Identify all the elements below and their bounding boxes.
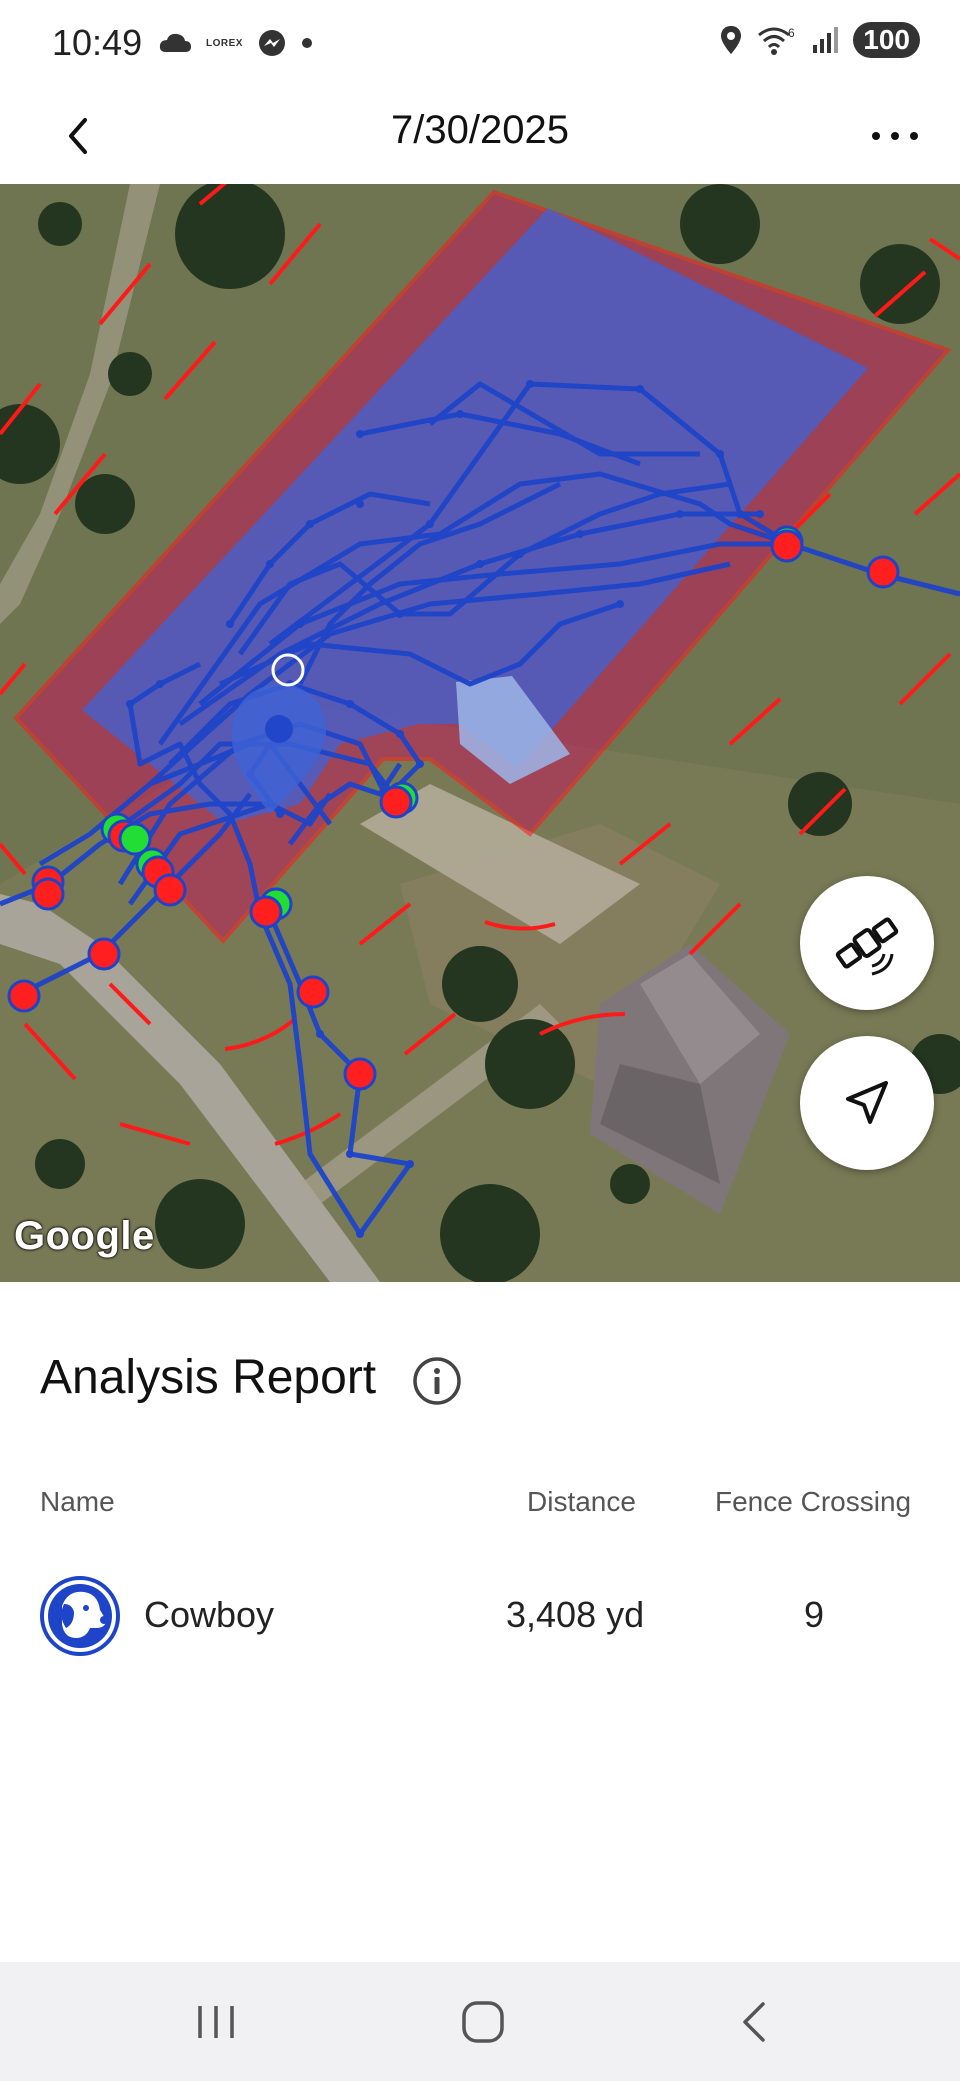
status-time: 10:49 [52, 22, 143, 63]
wifi-6-icon: 6 [758, 26, 795, 55]
avatar [40, 1576, 120, 1656]
home-icon [462, 2001, 504, 2043]
my-location-button[interactable] [800, 1036, 934, 1170]
back-icon [743, 2002, 765, 2042]
row-name: Cowboy [144, 1594, 275, 1635]
dot-icon [301, 38, 312, 48]
battery-indicator: 100 [853, 22, 920, 58]
column-header-fence-crossing: Fence Crossing [715, 1486, 912, 1517]
google-logo: Google [14, 1214, 155, 1258]
navigate-icon [846, 1081, 888, 1124]
app-bar: 7/30/2025 [0, 88, 960, 184]
cloud-icon [159, 33, 191, 52]
more-button[interactable] [860, 106, 930, 166]
map-view[interactable]: Google [0, 184, 960, 1282]
status-bar: 10:49 LOREX 6 100 [0, 0, 960, 88]
info-icon [413, 1357, 461, 1405]
column-header-name: Name [40, 1486, 115, 1517]
row-distance: 3,408 yd [506, 1594, 645, 1635]
recent-apps-icon [198, 2006, 234, 2038]
dog-icon [40, 1576, 120, 1656]
more-horizontal-icon [872, 132, 918, 140]
column-header-distance: Distance [527, 1486, 636, 1517]
info-button[interactable] [412, 1356, 462, 1406]
satellite-icon [835, 917, 899, 976]
page-title: 7/30/2025 [391, 108, 569, 152]
signal-icon [813, 27, 839, 53]
status-left-icons: LOREX [158, 28, 313, 58]
system-back-button[interactable] [714, 1992, 794, 2052]
location-icon [721, 26, 742, 54]
home-button[interactable] [443, 1992, 523, 2052]
system-nav-bar [0, 1962, 960, 2081]
recent-apps-button[interactable] [176, 1992, 256, 2052]
lorex-icon: LOREX [206, 37, 243, 49]
report-title: Analysis Report [40, 1351, 377, 1404]
row-fence-crossing: 9 [804, 1594, 825, 1635]
messenger-icon [258, 30, 285, 56]
satellite-button[interactable] [800, 876, 934, 1010]
status-right-icons: 6 100 [719, 22, 920, 58]
svg-text:6: 6 [788, 26, 795, 40]
